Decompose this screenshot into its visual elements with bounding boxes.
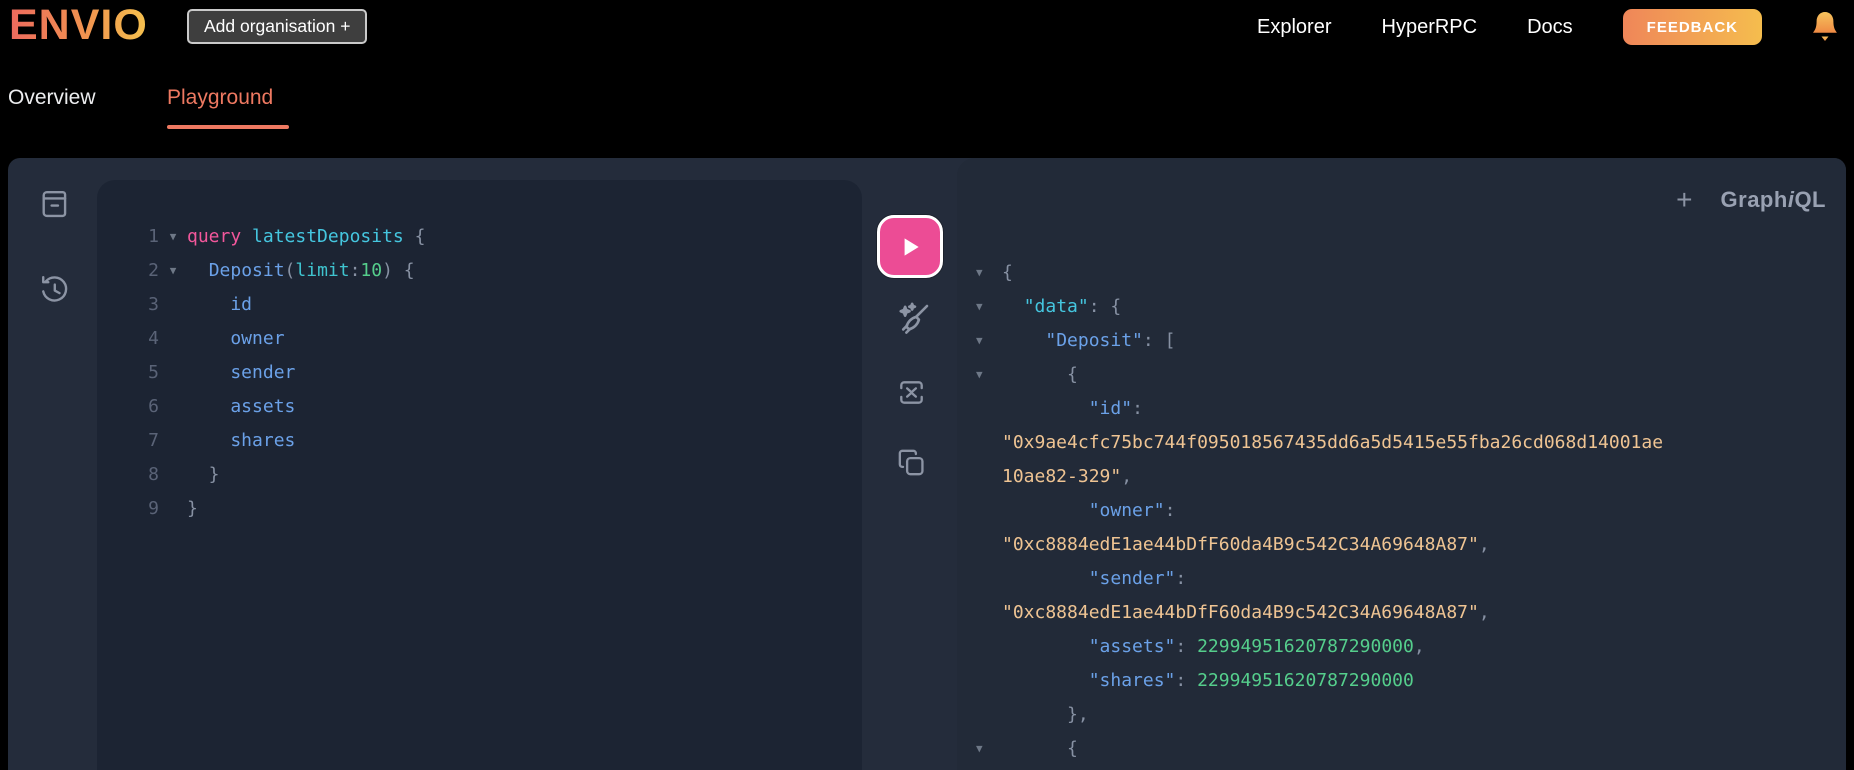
active-tab-indicator <box>167 125 289 129</box>
query-line: 9} <box>97 492 862 526</box>
line-number: 4 <box>148 328 159 349</box>
nav-link-hyperrpc[interactable]: HyperRPC <box>1382 16 1478 39</box>
play-icon <box>904 237 919 256</box>
query-line: 3 id <box>97 288 862 322</box>
fold-toggle-icon[interactable]: ▼ <box>957 290 1002 324</box>
fold-toggle-icon[interactable]: ▼ <box>159 220 187 254</box>
response-line: 10ae82-329", <box>1002 466 1133 487</box>
fold-toggle-icon[interactable]: ▼ <box>957 324 1002 358</box>
graphiql-panel: 1 ▼ query latestDeposits {2 ▼ Deposit(limit… <box>8 158 1846 770</box>
line-number: 8 <box>148 464 159 485</box>
response-line: "0xc8884edE1ae44bDfF60da4B9c542C34A69648… <box>1002 534 1490 555</box>
execute-query-button[interactable] <box>877 215 943 278</box>
add-tab-icon[interactable]: + <box>1676 186 1692 214</box>
fold-toggle-icon[interactable]: ▼ <box>957 732 1002 766</box>
response-line: "sender": <box>1088 568 1187 589</box>
response-code: ▼{▼ "data": {▼ "Deposit": [▼ { "id": "0x9… <box>957 256 1846 766</box>
nav-link-explorer[interactable]: Explorer <box>1257 16 1331 39</box>
query-line: 4 owner <box>97 322 862 356</box>
response-line: "shares": 22994951620787290000 <box>1088 670 1414 691</box>
response-line: ▼ { <box>957 732 1846 766</box>
fold-toggle-icon[interactable]: ▼ <box>957 256 1002 290</box>
line-number: 6 <box>148 396 159 417</box>
query-line: 6 assets <box>97 390 862 424</box>
response-line: ▼{ <box>957 256 1846 290</box>
line-number: 3 <box>148 294 159 315</box>
graphiql-brand: GraphiQL <box>1720 187 1826 212</box>
line-number: 7 <box>148 430 159 451</box>
prettify-query-icon[interactable] <box>892 299 934 341</box>
line-number: 2 <box>148 260 159 281</box>
query-line: 7 shares <box>97 424 862 458</box>
docs-explorer-icon[interactable] <box>35 185 73 223</box>
response-line: "id": <box>1088 398 1143 419</box>
history-icon[interactable] <box>35 270 73 308</box>
query-editor[interactable]: 1 ▼ query latestDeposits {2 ▼ Deposit(limit… <box>97 180 862 770</box>
response-pane: + GraphiQL ▼{▼ "data": {▼ "Deposit": [▼ … <box>957 158 1846 770</box>
line-number: 5 <box>148 362 159 383</box>
line-number: 1 <box>148 226 159 247</box>
fold-toggle-icon[interactable]: ▼ <box>957 358 1002 392</box>
notification-bell-icon[interactable] <box>1812 11 1838 43</box>
copy-query-icon[interactable] <box>894 445 929 480</box>
response-line: ▼ "data": { <box>957 290 1846 324</box>
envio-logo: ENVIO <box>9 1 148 49</box>
tab-playground[interactable]: Playground <box>167 86 273 110</box>
query-line: 5 sender <box>97 356 862 390</box>
response-line: ▼ { <box>957 358 1846 392</box>
top-nav: Explorer HyperRPC Docs FEEDBACK <box>1257 0 1838 54</box>
add-organisation-button[interactable]: Add organisation + <box>187 9 368 44</box>
line-number: 9 <box>148 498 159 519</box>
response-line: "0x9ae4cfc75bc744f095018567435dd6a5d5415… <box>1002 432 1664 453</box>
query-line: 8 } <box>97 458 862 492</box>
query-editor-code: 1 ▼ query latestDeposits {2 ▼ Deposit(limit… <box>97 180 862 526</box>
feedback-button[interactable]: FEEDBACK <box>1622 9 1762 45</box>
query-line: 1 ▼ query latestDeposits { <box>97 220 862 254</box>
merge-fragments-icon[interactable] <box>894 375 929 410</box>
query-line: 2 ▼ Deposit(limit:10) { <box>97 254 862 288</box>
response-line: }, <box>1002 704 1089 725</box>
response-line: ▼ "Deposit": [ <box>957 324 1846 358</box>
tab-overview[interactable]: Overview <box>8 86 96 110</box>
response-line: "owner": <box>1088 500 1176 521</box>
response-line: "0xc8884edE1ae44bDfF60da4B9c542C34A69648… <box>1002 602 1490 623</box>
fold-toggle-icon[interactable]: ▼ <box>159 254 187 288</box>
session-header: + GraphiQL <box>1676 186 1826 214</box>
nav-link-docs[interactable]: Docs <box>1527 16 1573 39</box>
response-line: "assets": 22994951620787290000, <box>1088 636 1425 657</box>
page: ENVIO Add organisation + Explorer HyperR… <box>0 0 1854 770</box>
